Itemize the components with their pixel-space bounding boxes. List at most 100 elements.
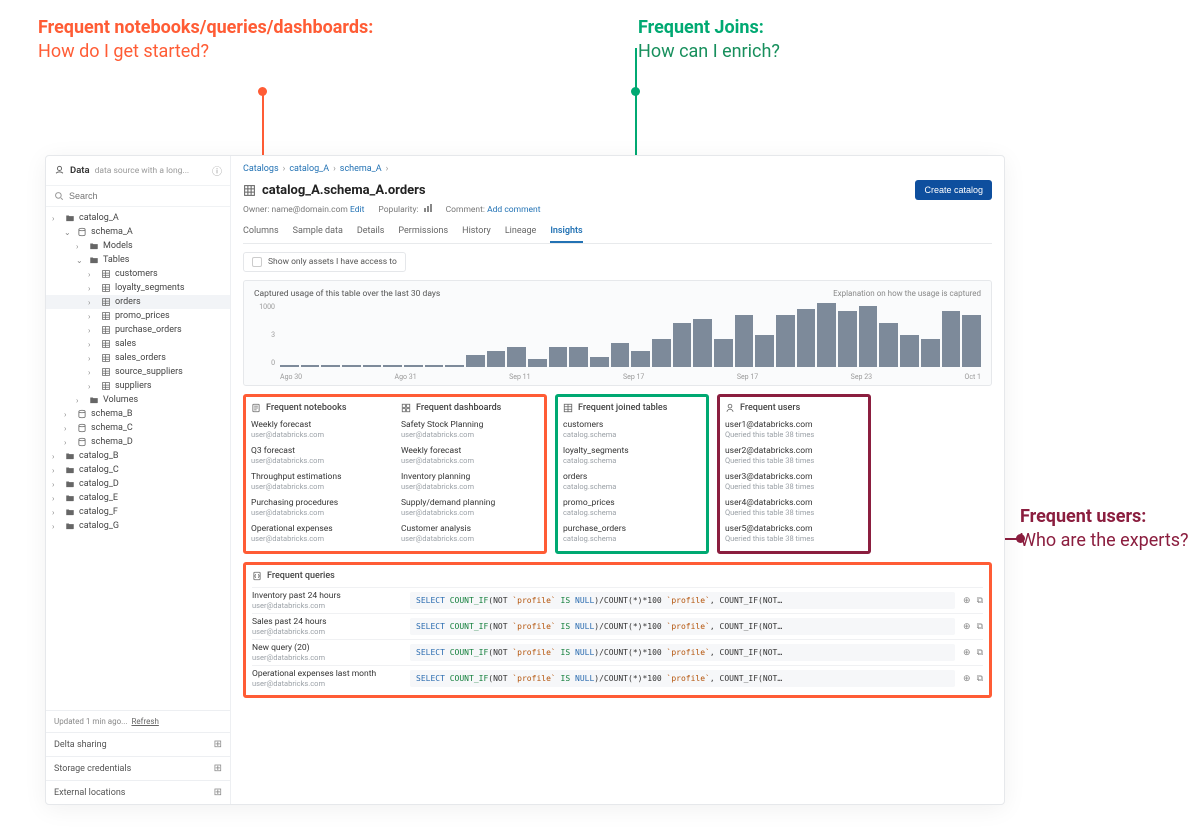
tab-sample-data[interactable]: Sample data <box>293 221 343 243</box>
tree-item-tables[interactable]: ⌄Tables <box>46 253 230 267</box>
tree-item-schema_a[interactable]: ⌄schema_A <box>46 225 230 239</box>
tab-history[interactable]: History <box>462 221 491 243</box>
tree-item-label: schema_A <box>91 227 133 237</box>
query-row[interactable]: Inventory past 24 hoursuser@databricks.c… <box>252 587 983 613</box>
tree-item-schema_d[interactable]: ›schema_D <box>46 435 230 449</box>
sidebar-desc: data source with a long... <box>95 166 207 176</box>
dashboard-item[interactable]: Supply/demand planninguser@databricks.co… <box>399 496 541 522</box>
zoom-icon[interactable]: ⊕ <box>963 596 971 606</box>
annotation-green: Frequent Joins: How can I enrich? <box>638 16 838 65</box>
tree-item-purchase_orders[interactable]: ›purchase_orders <box>46 323 230 337</box>
dashboard-icon <box>401 403 411 413</box>
add-comment-link[interactable]: Add comment <box>487 205 540 215</box>
dashboard-item[interactable]: Safety Stock Planninguser@databricks.com <box>399 418 541 444</box>
sidebar-footer-external-locations[interactable]: External locations⊞ <box>46 780 230 804</box>
access-only-checkbox[interactable]: Show only assets I have access to <box>243 252 406 272</box>
table-icon <box>100 311 111 321</box>
join-item[interactable]: orderscatalog.schema <box>561 470 703 496</box>
schema-icon <box>76 423 87 433</box>
join-item[interactable]: purchase_orderscatalog.schema <box>561 522 703 548</box>
tree-item-volumes[interactable]: ›Volumes <box>46 393 230 407</box>
sidebar-search[interactable] <box>46 186 230 207</box>
join-item[interactable]: customerscatalog.schema <box>561 418 703 444</box>
copy-icon[interactable]: ⧉ <box>977 648 983 658</box>
tree-item-suppliers[interactable]: ›suppliers <box>46 379 230 393</box>
breadcrumb-item[interactable]: Catalogs <box>243 164 279 174</box>
create-catalog-button[interactable]: Create catalog <box>915 180 992 200</box>
dashboard-item[interactable]: Weekly forecastuser@databricks.com <box>399 444 541 470</box>
chevron-icon: › <box>88 270 96 279</box>
query-row[interactable]: New query (20)user@databricks.comSELECT … <box>252 639 983 665</box>
chevron-icon: › <box>64 424 72 433</box>
tree-item-catalog_e[interactable]: ›catalog_E <box>46 491 230 505</box>
zoom-icon[interactable]: ⊕ <box>963 622 971 632</box>
dashboard-item[interactable]: Inventory planninguser@databricks.com <box>399 470 541 496</box>
chart-bar <box>590 357 609 367</box>
tree-item-schema_c[interactable]: ›schema_C <box>46 421 230 435</box>
copy-icon[interactable]: ⧉ <box>977 596 983 606</box>
tree-item-sales_orders[interactable]: ›sales_orders <box>46 351 230 365</box>
tree-item-customers[interactable]: ›customers <box>46 267 230 281</box>
breadcrumb-item[interactable]: catalog_A <box>289 164 329 174</box>
table-icon <box>100 339 111 349</box>
tab-permissions[interactable]: Permissions <box>398 221 448 243</box>
tree-item-catalog_f[interactable]: ›catalog_F <box>46 505 230 519</box>
tree-item-loyalty_segments[interactable]: ›loyalty_segments <box>46 281 230 295</box>
tab-details[interactable]: Details <box>357 221 385 243</box>
search-input[interactable] <box>69 191 222 201</box>
dashboard-item[interactable]: Customer analysisuser@databricks.com <box>399 522 541 548</box>
chevron-icon: › <box>52 522 60 531</box>
notebook-item[interactable]: Operational expensesuser@databricks.com <box>249 522 391 548</box>
breadcrumb-item[interactable]: schema_A <box>340 164 382 174</box>
tree-item-catalog_g[interactable]: ›catalog_G <box>46 519 230 533</box>
page-title: catalog_A.schema_A.orders <box>243 183 426 198</box>
tab-lineage[interactable]: Lineage <box>505 221 537 243</box>
notebook-item[interactable]: Q3 forecastuser@databricks.com <box>249 444 391 470</box>
chart-bar <box>549 347 568 367</box>
join-item[interactable]: promo_pricescatalog.schema <box>561 496 703 522</box>
folder-icon <box>64 507 75 517</box>
tab-insights[interactable]: Insights <box>550 221 582 243</box>
query-row[interactable]: Sales past 24 hoursuser@databricks.comSE… <box>252 613 983 639</box>
folder-icon <box>88 255 99 265</box>
user-item[interactable]: user3@databricks.comQueried this table 3… <box>723 470 865 496</box>
user-item[interactable]: user2@databricks.comQueried this table 3… <box>723 444 865 470</box>
join-item[interactable]: loyalty_segmentscatalog.schema <box>561 444 703 470</box>
copy-icon[interactable]: ⧉ <box>977 674 983 684</box>
tree-item-models[interactable]: ›Models <box>46 239 230 253</box>
tree-item-catalog_d[interactable]: ›catalog_D <box>46 477 230 491</box>
notebook-item[interactable]: Weekly forecastuser@databricks.com <box>249 418 391 444</box>
chart-bar <box>404 365 423 367</box>
copy-icon[interactable]: ⧉ <box>977 622 983 632</box>
chart-explanation[interactable]: Explanation on how the usage is captured <box>833 289 981 299</box>
tree-item-catalog_c[interactable]: ›catalog_C <box>46 463 230 477</box>
user-item[interactable]: user5@databricks.comQueried this table 3… <box>723 522 865 548</box>
edit-owner-link[interactable]: Edit <box>350 205 364 215</box>
refresh-link[interactable]: Refresh <box>131 717 158 726</box>
sidebar-footer-storage-credentials[interactable]: Storage credentials⊞ <box>46 756 230 780</box>
tree-item-catalog_b[interactable]: ›catalog_B <box>46 449 230 463</box>
user-item[interactable]: user4@databricks.comQueried this table 3… <box>723 496 865 522</box>
info-icon[interactable]: ⓘ <box>212 163 222 178</box>
zoom-icon[interactable]: ⊕ <box>963 648 971 658</box>
table-icon <box>100 353 111 363</box>
zoom-icon[interactable]: ⊕ <box>963 674 971 684</box>
tree-item-source_suppliers[interactable]: ›source_suppliers <box>46 365 230 379</box>
tree-item-catalog_a[interactable]: ›catalog_A <box>46 211 230 225</box>
schema-icon <box>76 409 87 419</box>
tree-item-promo_prices[interactable]: ›promo_prices <box>46 309 230 323</box>
folder-icon <box>64 213 75 223</box>
notebook-item[interactable]: Throughput estimationsuser@databricks.co… <box>249 470 391 496</box>
tree-item-schema_b[interactable]: ›schema_B <box>46 407 230 421</box>
notebook-item[interactable]: Purchasing proceduresuser@databricks.com <box>249 496 391 522</box>
tree-item-orders[interactable]: ›orders <box>46 295 230 309</box>
query-row[interactable]: Operational expenses last monthuser@data… <box>252 665 983 691</box>
chart-bar <box>569 347 588 367</box>
app-window: Data data source with a long... ⓘ ›catal… <box>45 155 1005 805</box>
sidebar-title: Data <box>70 165 90 176</box>
chart-bar <box>735 315 754 367</box>
tree-item-sales[interactable]: ›sales <box>46 337 230 351</box>
user-item[interactable]: user1@databricks.comQueried this table 3… <box>723 418 865 444</box>
sidebar-footer-delta-sharing[interactable]: Delta sharing⊞ <box>46 732 230 756</box>
tab-columns[interactable]: Columns <box>243 221 279 243</box>
